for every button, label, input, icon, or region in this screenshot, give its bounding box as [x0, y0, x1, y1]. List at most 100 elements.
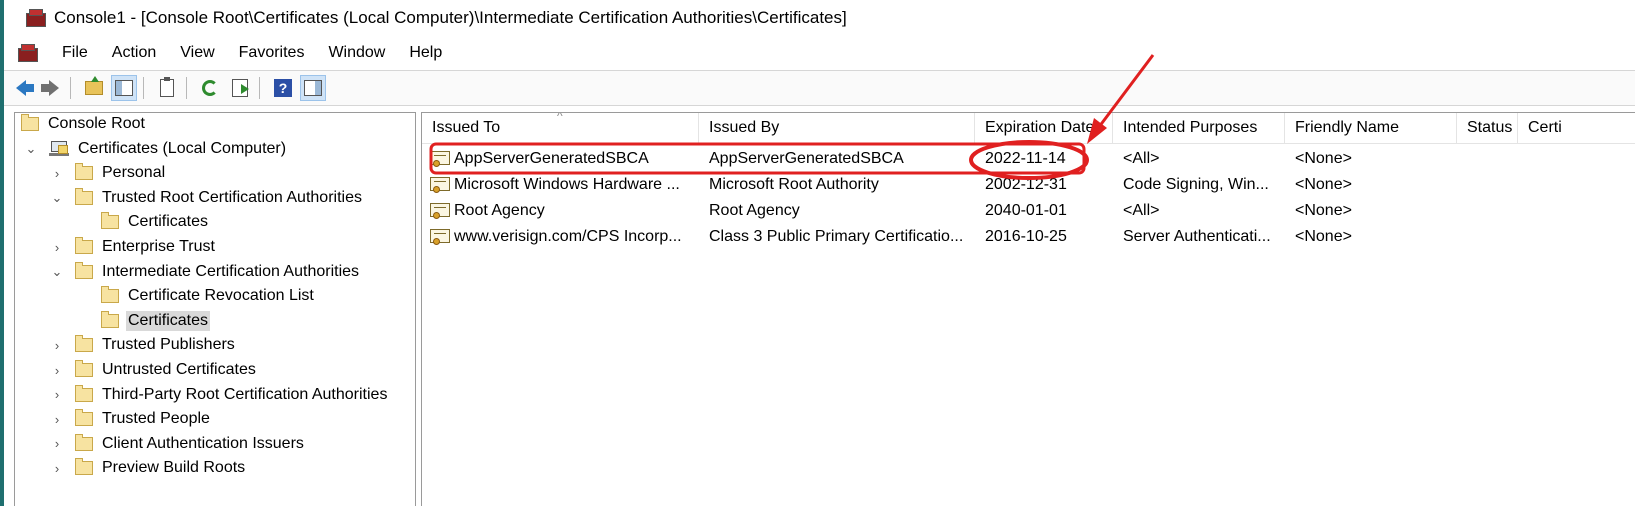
folder-icon — [75, 384, 93, 402]
tree-item[interactable]: ⌄ Certificates (Local Computer) — [15, 137, 288, 161]
tree-item[interactable]: › Untrusted Certificates — [15, 358, 258, 382]
tree-item[interactable]: Certificate Revocation List — [15, 284, 316, 308]
folder-icon — [75, 163, 93, 181]
table-cell: 2040-01-01 — [985, 202, 1067, 219]
table-row[interactable]: Microsoft Windows Hardware ... Microsoft … — [422, 172, 1635, 198]
computer-certificates-icon — [49, 140, 69, 157]
properties-icon[interactable] — [154, 75, 180, 101]
column-header[interactable]: Friendly Name — [1285, 113, 1457, 143]
tree-item-label: Trusted Root Certification Authorities — [102, 188, 362, 206]
table-cell: www.verisign.com/CPS Incorp... — [454, 228, 682, 245]
table-cell: <All> — [1123, 150, 1160, 167]
toolbar-separator — [70, 77, 71, 99]
expand-chevron-icon[interactable]: › — [49, 432, 65, 456]
table-cell: 2002-12-31 — [985, 176, 1067, 193]
tree-item-label: Personal — [102, 164, 166, 182]
column-header[interactable]: Certi — [1518, 113, 1635, 143]
expand-chevron-icon[interactable]: › — [49, 235, 65, 259]
tree-item[interactable]: ⌄ Intermediate Certification Authorities — [15, 260, 361, 284]
tree-item-label: Preview Build Roots — [102, 459, 246, 477]
sort-ascending-icon: ^ — [557, 112, 563, 123]
menu-window[interactable]: Window — [316, 38, 397, 68]
expand-chevron-icon[interactable]: › — [49, 407, 65, 431]
folder-icon — [21, 114, 39, 131]
menu-help[interactable]: Help — [397, 38, 454, 68]
toolbar-separator — [259, 77, 260, 99]
expand-chevron-icon[interactable]: › — [49, 333, 65, 357]
folder-icon — [101, 286, 119, 304]
table-cell: Root Agency — [454, 202, 545, 219]
title-bar: Console1 - [Console Root\Certificates (L… — [4, 0, 1635, 36]
back-arrow-icon[interactable] — [8, 75, 34, 101]
menu-bar: File Action View Favorites Window Help — [4, 38, 1635, 68]
table-cell: 2022-11-14 — [985, 150, 1066, 167]
tree-item[interactable]: Certificates — [15, 210, 210, 234]
folder-icon — [101, 310, 119, 328]
table-cell: <None> — [1295, 228, 1352, 245]
tree-item-label: Console Root — [48, 115, 145, 132]
tree-item-label: Third-Party Root Certification Authoriti… — [102, 385, 388, 403]
table-cell: <None> — [1295, 176, 1352, 193]
tree-item[interactable]: › Client Authentication Issuers — [15, 432, 306, 456]
column-header[interactable]: Status — [1457, 113, 1518, 143]
expand-chevron-icon[interactable]: › — [49, 383, 65, 407]
folder-icon — [75, 335, 93, 353]
tree-item[interactable]: › Trusted Publishers — [15, 333, 237, 357]
menu-action[interactable]: Action — [100, 38, 168, 68]
expand-chevron-icon[interactable]: › — [49, 161, 65, 185]
collapse-chevron-icon[interactable]: ⌄ — [23, 137, 39, 161]
folder-icon — [101, 212, 119, 230]
menu-file[interactable]: File — [50, 38, 100, 68]
export-list-icon[interactable] — [227, 75, 253, 101]
tree-item-label: Certificates — [128, 213, 209, 231]
table-cell: 2016-10-25 — [985, 228, 1067, 245]
menu-view[interactable]: View — [168, 38, 226, 68]
tree-item[interactable]: Console Root — [15, 113, 147, 136]
table-cell: <None> — [1295, 150, 1352, 167]
forward-arrow-icon[interactable] — [38, 75, 64, 101]
console-menu-icon[interactable] — [18, 44, 38, 62]
collapse-chevron-icon[interactable]: ⌄ — [49, 186, 65, 210]
certificate-icon — [430, 203, 450, 219]
folder-icon — [75, 409, 93, 427]
tree-item-label: Certificates — [126, 310, 211, 331]
tree-item-label: Intermediate Certification Authorities — [102, 262, 360, 280]
table-cell: AppServerGeneratedSBCA — [454, 150, 649, 167]
tree-item[interactable]: › Trusted People — [15, 407, 212, 431]
table-cell: <All> — [1123, 202, 1160, 219]
table-cell: Code Signing, Win... — [1123, 176, 1269, 193]
expand-chevron-icon[interactable]: › — [49, 456, 65, 480]
show-action-pane-icon[interactable] — [300, 75, 326, 101]
tree-item-label: Trusted Publishers — [102, 336, 235, 354]
up-folder-icon[interactable] — [81, 75, 107, 101]
console-tree-pane[interactable]: Console Root ⌄ Certificates (Local Compute… — [14, 112, 416, 506]
tree-item[interactable]: ⌄ Trusted Root Certification Authorities — [15, 186, 364, 210]
tree-item-label: Trusted People — [102, 410, 210, 428]
folder-icon — [75, 187, 93, 205]
tree-item[interactable]: › Enterprise Trust — [15, 235, 217, 259]
folder-icon — [75, 261, 93, 279]
tree-item[interactable]: › Preview Build Roots — [15, 456, 247, 480]
table-row[interactable]: Root Agency Root Agency 2040-01-01 <All> <No… — [422, 198, 1635, 224]
column-header[interactable]: Intended Purposes — [1113, 113, 1285, 143]
tree-item[interactable]: › Third-Party Root Certification Authorit… — [15, 383, 389, 407]
expand-chevron-icon[interactable]: › — [49, 358, 65, 382]
table-cell: Root Agency — [709, 202, 800, 219]
tree-item[interactable]: › Personal — [15, 161, 167, 185]
table-cell: Server Authenticati... — [1123, 228, 1271, 245]
window-title: Console1 - [Console Root\Certificates (L… — [54, 8, 847, 27]
refresh-icon[interactable] — [197, 75, 223, 101]
help-icon[interactable]: ? — [270, 75, 296, 101]
collapse-chevron-icon[interactable]: ⌄ — [49, 260, 65, 284]
certificate-list-pane[interactable]: Issued To Issued By Expiration Date Intende… — [421, 112, 1635, 506]
tree-item-label: Enterprise Trust — [102, 238, 215, 255]
certificate-icon — [430, 229, 450, 245]
column-header[interactable]: Expiration Date — [975, 113, 1113, 143]
column-header[interactable]: Issued By — [699, 113, 975, 143]
table-row[interactable]: AppServerGeneratedSBCA AppServerGenerated… — [422, 146, 1635, 172]
show-hide-tree-icon[interactable] — [111, 75, 137, 101]
table-cell: Class 3 Public Primary Certificatio... — [709, 228, 964, 245]
menu-favorites[interactable]: Favorites — [227, 38, 317, 68]
tree-item[interactable]: Certificates — [15, 309, 211, 333]
table-row[interactable]: www.verisign.com/CPS Incorp... Class 3 Pu… — [422, 224, 1635, 250]
